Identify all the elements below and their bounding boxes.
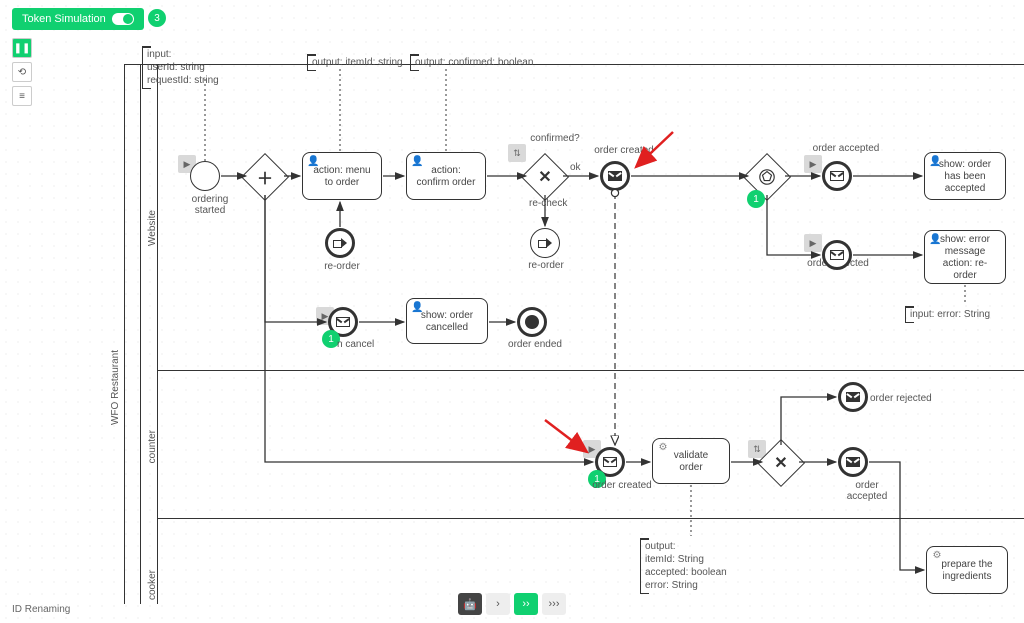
message-icon bbox=[846, 457, 860, 467]
trigger-button[interactable]: ▶ bbox=[804, 234, 822, 252]
log-button[interactable]: ≡ bbox=[12, 86, 32, 106]
annotation-input: input: userId: string requestId: string bbox=[142, 46, 223, 89]
service-task-icon: ⚙ bbox=[657, 442, 669, 454]
event-label-order-ended: order ended bbox=[507, 339, 563, 350]
simulation-count-badge: 3 bbox=[148, 9, 166, 27]
user-task-icon: 👤 bbox=[411, 302, 423, 314]
task-show-error[interactable]: 👤 show: error message action: re-order bbox=[924, 230, 1006, 284]
nav-ff[interactable]: ›› bbox=[514, 593, 538, 615]
id-renaming-label: ID Renaming bbox=[12, 604, 70, 615]
link-catch-label: re-order bbox=[320, 261, 364, 272]
message-icon bbox=[336, 317, 350, 327]
start-event[interactable] bbox=[190, 161, 220, 191]
event-label-order-rejected-c: order rejected bbox=[870, 393, 932, 404]
annotation-output-item: output: itemId: string bbox=[307, 54, 407, 71]
reset-button[interactable]: ⟲ bbox=[12, 62, 32, 82]
token-simulation-label: Token Simulation bbox=[22, 13, 106, 25]
task-show-cancelled[interactable]: 👤 show: order cancelled bbox=[406, 298, 488, 344]
throw-order-rejected[interactable] bbox=[838, 382, 868, 412]
trigger-button[interactable]: ⇅ bbox=[508, 144, 526, 162]
message-icon bbox=[830, 250, 844, 260]
trigger-button[interactable]: ▶ bbox=[804, 155, 822, 173]
task-validate-order[interactable]: ⚙ validate order bbox=[652, 438, 730, 484]
end-event-order-ended[interactable] bbox=[517, 307, 547, 337]
diagram-canvas[interactable] bbox=[0, 0, 1024, 623]
message-icon bbox=[830, 171, 844, 181]
event-label-order-accepted: order accepted bbox=[811, 143, 881, 154]
flow-label-ok: ok bbox=[570, 162, 581, 173]
task-prepare-ingredients[interactable]: ⚙ prepare the ingredients bbox=[926, 546, 1008, 594]
event-label-order-created: order created bbox=[589, 145, 659, 156]
start-event-label: ordering started bbox=[175, 194, 245, 216]
task-confirm-order[interactable]: 👤 action: confirm order bbox=[406, 152, 486, 200]
catch-order-accepted[interactable] bbox=[822, 161, 852, 191]
annotation-output-validate: output: itemId: String accepted: boolean… bbox=[640, 538, 731, 594]
nav-fff[interactable]: ››› bbox=[542, 593, 566, 615]
bottom-navigation: 🤖 › ›› ››› bbox=[458, 593, 566, 615]
user-task-icon: 👤 bbox=[929, 156, 941, 168]
user-task-icon: 👤 bbox=[411, 156, 423, 168]
nav-robot[interactable]: 🤖 bbox=[458, 593, 482, 615]
nav-next[interactable]: › bbox=[486, 593, 510, 615]
flow-label-recheck: re-check bbox=[529, 198, 567, 209]
annotation-input-error: input: error: String bbox=[905, 306, 994, 323]
message-icon bbox=[846, 392, 860, 402]
message-icon bbox=[603, 457, 617, 467]
task-show-accepted[interactable]: 👤 show: order has been accepted bbox=[924, 152, 1006, 200]
catch-order-rejected[interactable] bbox=[822, 240, 852, 270]
annotation-output-confirmed: output: confirmed: boolean bbox=[410, 54, 537, 71]
event-label-on-cancel: n cancel bbox=[337, 339, 374, 350]
token-badge: 1 bbox=[747, 190, 765, 208]
pause-button[interactable]: ❚❚ bbox=[12, 38, 32, 58]
toggle-icon bbox=[112, 13, 134, 25]
service-task-icon: ⚙ bbox=[931, 550, 943, 562]
task-menu-to-order[interactable]: 👤 action: menu to order bbox=[302, 152, 382, 200]
event-label-order-created-c: order created bbox=[592, 480, 652, 491]
user-task-icon: 👤 bbox=[929, 234, 941, 246]
throw-order-accepted[interactable] bbox=[838, 447, 868, 477]
message-icon bbox=[608, 171, 622, 181]
event-label-order-accepted-c: order accepted bbox=[834, 480, 900, 502]
link-throw-reorder[interactable] bbox=[530, 228, 560, 258]
link-throw-label: re-order bbox=[524, 260, 568, 271]
user-task-icon: 👤 bbox=[307, 156, 319, 168]
link-catch-reorder[interactable] bbox=[325, 228, 355, 258]
pool-label: WFO Restaurant bbox=[110, 350, 121, 425]
gateway-label-confirmed: confirmed? bbox=[525, 133, 585, 144]
throw-order-created[interactable] bbox=[600, 161, 630, 191]
token-simulation-toggle[interactable]: Token Simulation bbox=[12, 8, 144, 30]
